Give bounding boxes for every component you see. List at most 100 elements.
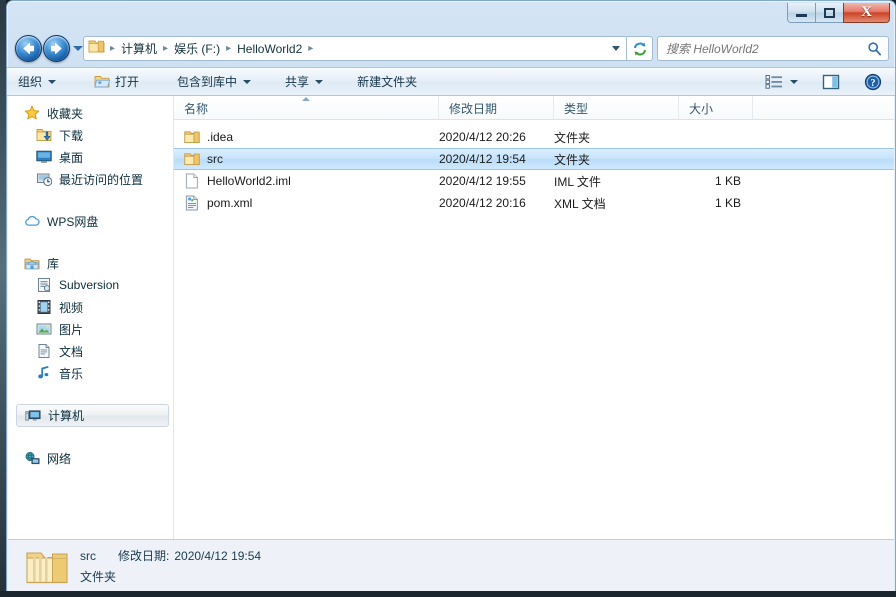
table-row[interactable]: HelloWorld2.iml 2020/4/12 19:55 IML 文件 1… bbox=[174, 170, 894, 192]
sidebar-label: 收藏夹 bbox=[47, 106, 84, 121]
column-header-date[interactable]: 修改日期 bbox=[439, 96, 554, 120]
chevron-down-icon bbox=[790, 79, 798, 84]
table-row[interactable]: pom.xml 2020/4/12 20:16 XML 文档 1 KB bbox=[174, 192, 894, 214]
sidebar-item-favorites[interactable]: 收藏夹 bbox=[8, 102, 173, 124]
share-button[interactable]: 共享 bbox=[276, 70, 332, 93]
back-arrow-icon bbox=[23, 43, 34, 54]
sidebar-label: 图片 bbox=[59, 322, 84, 337]
help-button[interactable]: ? bbox=[859, 70, 887, 93]
organize-label: 组织 bbox=[18, 75, 43, 89]
change-view-button[interactable] bbox=[760, 70, 803, 93]
sidebar-item-downloads[interactable]: 下载 bbox=[8, 124, 173, 146]
search-input[interactable] bbox=[664, 40, 867, 57]
sidebar-item-wps-cloud[interactable]: WPS网盘 bbox=[8, 210, 173, 232]
sidebar-label: 桌面 bbox=[59, 150, 84, 165]
title-bar[interactable]: X bbox=[7, 1, 895, 31]
nav-group-favorites: 收藏夹 下载 桌面 最近访问的位置 bbox=[8, 102, 173, 190]
breadcrumb-item-computer[interactable]: 计算机 bbox=[118, 40, 160, 57]
sidebar-item-videos[interactable]: 视频 bbox=[8, 296, 173, 318]
maximize-icon bbox=[824, 7, 835, 18]
status-item-type: 文件夹 bbox=[80, 569, 117, 584]
status-date-label: 修改日期: bbox=[118, 548, 170, 563]
include-in-library-label: 包含到库中 bbox=[177, 75, 238, 89]
nav-group-network: 网络 bbox=[8, 447, 173, 469]
view-layout-icon bbox=[765, 75, 782, 89]
organize-button[interactable]: 组织 bbox=[9, 70, 65, 93]
download-icon bbox=[36, 127, 52, 143]
forward-arrow-icon bbox=[51, 43, 62, 54]
folder-icon bbox=[184, 129, 200, 145]
table-row[interactable]: src 2020/4/12 19:54 文件夹 bbox=[174, 148, 894, 170]
file-name: pom.xml bbox=[207, 196, 253, 210]
new-folder-button[interactable]: 新建文件夹 bbox=[348, 70, 426, 93]
include-in-library-button[interactable]: 包含到库中 bbox=[168, 70, 260, 93]
refresh-icon bbox=[633, 42, 646, 55]
breadcrumb-separator: ▸ bbox=[308, 43, 314, 54]
cell-date: 2020/4/12 20:16 bbox=[439, 196, 526, 210]
sidebar-item-network[interactable]: 网络 bbox=[8, 447, 173, 469]
sidebar-item-computer[interactable]: 计算机 bbox=[16, 404, 169, 427]
column-header-size[interactable]: 大小 bbox=[679, 96, 753, 120]
file-name: src bbox=[207, 152, 223, 166]
desktop-bottom-edge bbox=[0, 591, 896, 597]
file-name: .idea bbox=[207, 130, 234, 144]
sidebar-item-subversion[interactable]: Subversion bbox=[8, 274, 173, 296]
breadcrumb-item-drive[interactable]: 娱乐 (F:) bbox=[171, 40, 223, 57]
refresh-button[interactable] bbox=[627, 36, 653, 61]
chevron-down-icon bbox=[611, 46, 620, 51]
file-list-pane[interactable]: 名称 修改日期 类型 大小 .idea 2020/4/12 20:26 文件夹 … bbox=[174, 96, 894, 539]
sidebar-label: 库 bbox=[47, 256, 60, 271]
back-button[interactable] bbox=[15, 35, 42, 62]
column-header-type[interactable]: 类型 bbox=[554, 96, 679, 120]
address-dropdown-button[interactable] bbox=[605, 36, 627, 61]
star-icon bbox=[24, 105, 40, 121]
cell-date: 2020/4/12 19:54 bbox=[439, 152, 526, 166]
sidebar-label: Subversion bbox=[59, 278, 120, 292]
command-toolbar: 组织 打开 包含到库中 共享 新建文件夹 ? bbox=[7, 67, 895, 96]
maximize-button[interactable] bbox=[815, 3, 844, 23]
sidebar-item-pictures[interactable]: 图片 bbox=[8, 318, 173, 340]
cell-size: 1 KB bbox=[714, 196, 741, 210]
cloud-icon bbox=[24, 213, 40, 229]
chevron-down-icon bbox=[243, 79, 252, 84]
column-label: 大小 bbox=[689, 101, 714, 116]
chevron-down-icon bbox=[48, 79, 57, 84]
recent-pages-dropdown-icon[interactable] bbox=[73, 46, 83, 51]
share-label: 共享 bbox=[285, 75, 310, 89]
table-row[interactable]: .idea 2020/4/12 20:26 文件夹 bbox=[174, 126, 894, 148]
column-label: 名称 bbox=[184, 101, 209, 116]
minimize-icon bbox=[796, 13, 807, 17]
sidebar-item-libraries[interactable]: 库 bbox=[8, 252, 173, 274]
address-breadcrumb-bar[interactable]: ▸ 计算机 ▸ 娱乐 (F:) ▸ HelloWorld2 ▸ bbox=[83, 36, 623, 61]
column-header-name[interactable]: 名称 bbox=[174, 96, 439, 120]
minimize-button[interactable] bbox=[787, 3, 816, 23]
preview-pane-button[interactable] bbox=[817, 70, 845, 93]
window-controls: X bbox=[787, 3, 890, 23]
computer-icon bbox=[25, 408, 41, 424]
recent-places-icon bbox=[36, 171, 52, 187]
sidebar-item-recent-places[interactable]: 最近访问的位置 bbox=[8, 168, 173, 190]
close-button[interactable]: X bbox=[843, 3, 890, 23]
nav-group-computer: 计算机 bbox=[8, 404, 173, 427]
toolbar-right-group: ? bbox=[760, 70, 895, 93]
column-header-filler bbox=[753, 96, 894, 120]
breadcrumb-item-helloworld2[interactable]: HelloWorld2 bbox=[234, 42, 305, 56]
subversion-icon bbox=[36, 277, 52, 293]
search-icon[interactable] bbox=[867, 41, 882, 56]
sidebar-item-documents[interactable]: 文档 bbox=[8, 340, 173, 362]
sidebar-item-music[interactable]: 音乐 bbox=[8, 362, 173, 384]
column-headers: 名称 修改日期 类型 大小 bbox=[174, 96, 894, 120]
open-button[interactable]: 打开 bbox=[85, 70, 148, 93]
explorer-window: X ▸ 计算机 ▸ 娱乐 (F:) ▸ HelloWorld2 ▸ 搜索 Hel… bbox=[6, 0, 896, 591]
forward-button[interactable] bbox=[43, 35, 70, 62]
navigation-pane[interactable]: 收藏夹 下载 桌面 最近访问的位置 WPS网盘 库 Subversion 视频 … bbox=[8, 96, 173, 539]
blank-file-icon bbox=[184, 173, 200, 189]
sidebar-item-desktop[interactable]: 桌面 bbox=[8, 146, 173, 168]
search-box[interactable] bbox=[657, 36, 889, 61]
large-folder-icon bbox=[24, 545, 70, 587]
chevron-down-icon bbox=[315, 79, 324, 84]
folder-icon bbox=[184, 151, 200, 167]
cell-name: pom.xml bbox=[174, 195, 439, 211]
